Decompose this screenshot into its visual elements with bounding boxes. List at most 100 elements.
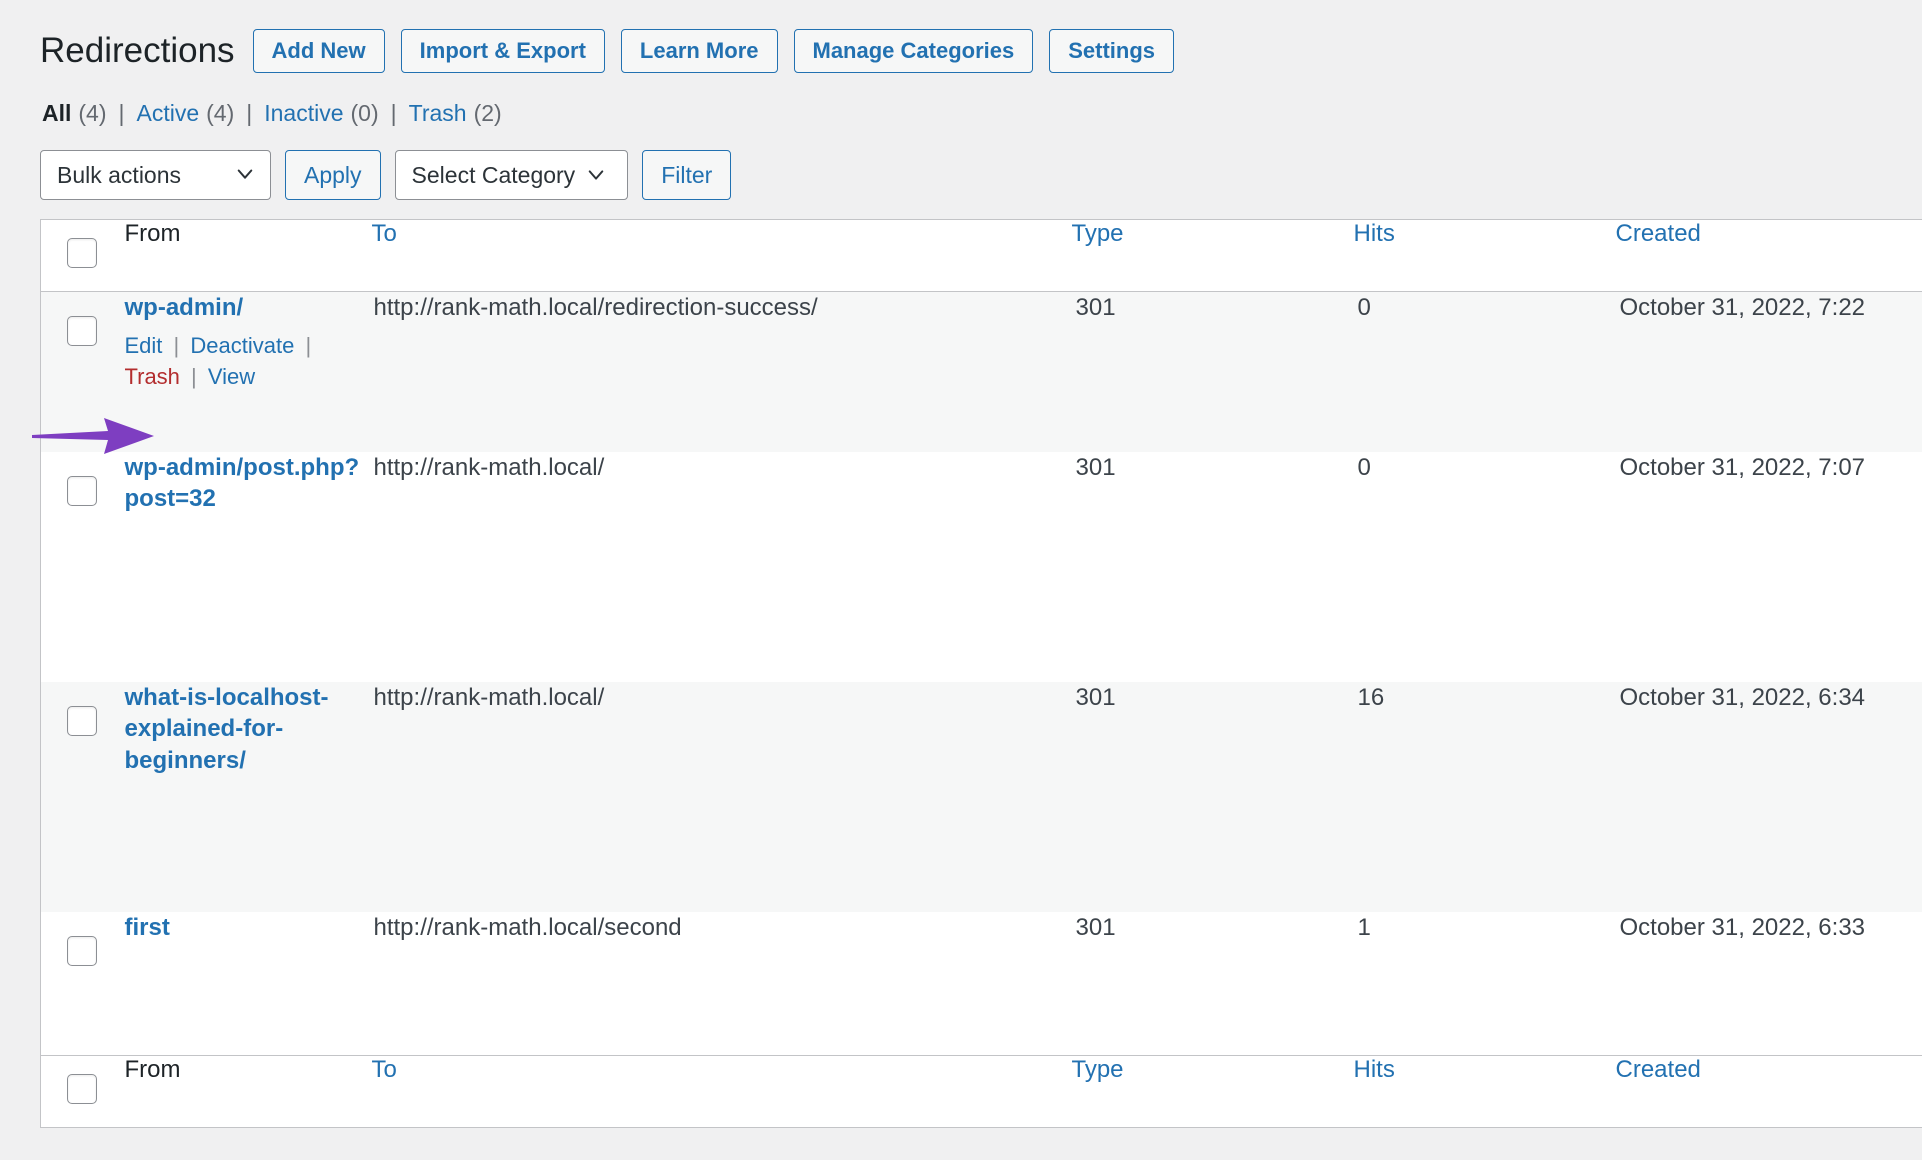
row-from-cell: wp-admin/ Edit | Deactivate | Trash | Vi…: [125, 292, 372, 452]
row-action-view[interactable]: View: [208, 364, 255, 389]
table-footer-row: From To Type Hits Created: [40, 1055, 1922, 1128]
filter-link-all[interactable]: All: [42, 100, 71, 127]
redirection-source-link[interactable]: wp-admin/post.php?post=32: [125, 452, 372, 515]
filter-separator: |: [118, 100, 125, 126]
filter-link-trash[interactable]: Trash: [409, 100, 467, 127]
row-action-edit[interactable]: Edit: [125, 333, 163, 358]
row-from-cell: what-is-localhost-explained-for-beginner…: [125, 682, 372, 912]
row-to-cell: http://rank-math.local/: [373, 683, 605, 711]
column-footer-to: To: [371, 1055, 1072, 1128]
column-label-from: From: [124, 220, 181, 247]
sort-link-to[interactable]: To: [372, 1056, 397, 1083]
row-action-deactivate[interactable]: Deactivate: [190, 333, 294, 358]
select-all-checkbox[interactable]: [67, 238, 97, 268]
redirections-page: Redirections Add New Import & Export Lea…: [0, 0, 1922, 1128]
column-header-created: Created: [1615, 219, 1922, 292]
sort-link-type[interactable]: Type: [1072, 220, 1124, 247]
row-action-separator: |: [173, 332, 180, 358]
redirection-source-link[interactable]: first: [125, 912, 170, 944]
filter-count-inactive: (0): [350, 100, 379, 126]
row-checkbox[interactable]: [67, 475, 97, 506]
row-to-cell: http://rank-math.local/redirection-succe…: [373, 294, 818, 321]
manage-categories-button[interactable]: Manage Categories: [793, 29, 1034, 73]
table-header-row: From To Type Hits Created: [40, 219, 1922, 292]
row-select-cell: [41, 682, 125, 912]
import-export-button[interactable]: Import & Export: [400, 29, 605, 73]
select-all-header: [40, 219, 125, 292]
category-value: Select Category: [411, 161, 576, 188]
table-body: wp-admin/ Edit | Deactivate | Trash | Vi…: [40, 291, 1922, 1056]
redirection-source-link[interactable]: wp-admin/: [125, 292, 244, 324]
row-from-cell: first: [125, 912, 372, 1056]
select-all-footer: [40, 1055, 125, 1128]
row-hits-cell: 0: [1357, 294, 1371, 321]
category-select[interactable]: Select Category: [394, 150, 629, 200]
filter-item-inactive: Inactive (0): [264, 100, 378, 127]
status-filter-links: All (4) | Active (4) | Inactive (0) | Tr…: [42, 100, 1922, 127]
filter-button[interactable]: Filter: [642, 150, 732, 200]
filter-item-trash: Trash (2): [409, 100, 502, 127]
column-footer-type: Type: [1071, 1055, 1354, 1128]
sort-link-to[interactable]: To: [372, 220, 397, 247]
row-action-trash[interactable]: Trash: [125, 364, 180, 389]
row-created-cell: October 31, 2022, 7:07: [1619, 453, 1866, 481]
apply-button[interactable]: Apply: [285, 150, 381, 200]
row-to-cell: http://rank-math.local/: [373, 453, 605, 481]
chevron-down-icon: [587, 166, 605, 184]
select-all-checkbox-footer[interactable]: [67, 1074, 97, 1104]
row-to-cell: http://rank-math.local/second: [373, 913, 682, 941]
sort-link-type[interactable]: Type: [1072, 1056, 1124, 1083]
row-checkbox[interactable]: [67, 316, 97, 346]
filter-separator: |: [390, 100, 397, 126]
column-header-hits: Hits: [1353, 219, 1616, 292]
column-footer-created: Created: [1615, 1055, 1922, 1128]
filter-count-active: (4): [206, 100, 235, 126]
row-checkbox[interactable]: [67, 935, 97, 966]
sort-link-hits[interactable]: Hits: [1354, 1056, 1395, 1083]
page-title: Redirections: [40, 31, 235, 70]
bulk-actions-value: Bulk actions: [57, 161, 182, 188]
row-action-separator: |: [191, 363, 197, 389]
table-foot: From To Type Hits Created: [40, 1055, 1922, 1128]
chevron-down-icon: [236, 165, 254, 183]
add-new-button[interactable]: Add New: [252, 29, 385, 73]
row-created-cell: October 31, 2022, 7:22: [1619, 294, 1866, 321]
table-row: first http://rank-math.local/second 301 …: [40, 911, 1922, 1056]
row-checkbox[interactable]: [67, 705, 97, 736]
column-header-from: From: [124, 219, 372, 292]
bulk-actions-select[interactable]: Bulk actions: [40, 150, 271, 200]
column-footer-hits: Hits: [1353, 1055, 1616, 1128]
row-type-cell: 301: [1075, 683, 1116, 711]
column-label-from: From: [124, 1056, 181, 1083]
row-actions: Edit | Deactivate | Trash | View: [125, 330, 372, 392]
sort-link-created[interactable]: Created: [1616, 1056, 1701, 1083]
filter-count-all: (4): [78, 100, 107, 126]
column-header-to: To: [371, 219, 1072, 292]
row-created-cell: October 31, 2022, 6:34: [1619, 683, 1866, 711]
filter-link-active[interactable]: Active: [137, 100, 200, 127]
sort-link-created[interactable]: Created: [1616, 220, 1701, 247]
table-row: wp-admin/ Edit | Deactivate | Trash | Vi…: [40, 291, 1922, 452]
filter-link-inactive[interactable]: Inactive: [264, 100, 343, 127]
row-select-cell: [41, 912, 125, 1056]
row-select-cell: [41, 292, 125, 452]
filter-item-active: Active (4): [137, 100, 235, 127]
table-row: wp-admin/post.php?post=32 http://rank-ma…: [40, 451, 1922, 682]
row-created-cell: October 31, 2022, 6:33: [1619, 913, 1866, 941]
row-hits-cell: 0: [1357, 453, 1371, 481]
row-hits-cell: 16: [1357, 683, 1385, 711]
page-header: Redirections Add New Import & Export Lea…: [40, 26, 1922, 76]
sort-link-hits[interactable]: Hits: [1354, 220, 1395, 247]
row-type-cell: 301: [1075, 294, 1116, 321]
settings-button[interactable]: Settings: [1049, 29, 1175, 73]
filter-item-all: All (4): [42, 100, 107, 127]
row-type-cell: 301: [1075, 913, 1116, 941]
row-type-cell: 301: [1075, 453, 1116, 481]
learn-more-button[interactable]: Learn More: [620, 29, 778, 73]
redirection-source-link[interactable]: what-is-localhost-explained-for-beginner…: [125, 682, 372, 777]
filter-separator: |: [246, 100, 253, 126]
table-toolbar: Bulk actions Apply Select Category Filte…: [40, 149, 1922, 201]
column-footer-from: From: [124, 1055, 372, 1128]
table-head: From To Type Hits Created: [40, 219, 1922, 292]
row-from-cell: wp-admin/post.php?post=32: [125, 452, 372, 682]
